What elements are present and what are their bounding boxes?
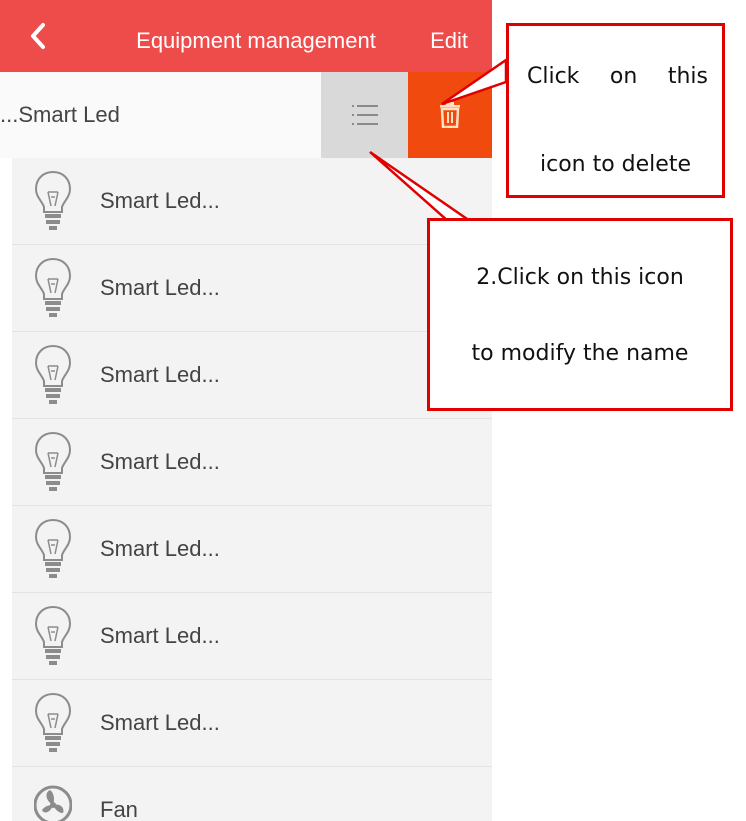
swiped-device-row[interactable]: Smart Led...: [0, 72, 492, 158]
device-label: Smart Led...: [100, 710, 220, 735]
delete-hint-word: Click: [527, 64, 580, 89]
bulb-icon: [34, 344, 72, 404]
bulb-icon: [34, 431, 72, 491]
rename-hint-line2: to modify the name: [471, 341, 689, 366]
device-row[interactable]: Smart Led...: [12, 506, 492, 593]
bulb-icon: [34, 518, 72, 578]
device-label: Smart Led...: [100, 623, 220, 648]
device-label: Smart Led...: [100, 536, 220, 561]
swiped-device-name: Smart Led...: [0, 102, 120, 127]
device-row[interactable]: Smart Led...: [12, 419, 492, 506]
delete-hint-word: on: [609, 64, 638, 89]
rename-hint-callout: 2.Click on this icon to modify the name: [427, 218, 733, 411]
device-list: Smart Led... Smart Led... Smart Led... S…: [12, 158, 492, 821]
device-label: Smart Led...: [100, 362, 220, 387]
rename-button[interactable]: [321, 72, 408, 158]
delete-hint-callout: Click on this icon to delete: [506, 23, 725, 198]
rename-hint-line1: 2.Click on this icon: [476, 265, 684, 290]
bulb-icon: [34, 692, 72, 752]
page-title: Equipment management: [136, 28, 376, 53]
device-label: Smart Led...: [100, 449, 220, 474]
delete-button[interactable]: [408, 72, 492, 158]
bulb-icon: [34, 170, 72, 230]
device-row[interactable]: Fan: [12, 767, 492, 821]
fan-icon: [34, 785, 72, 821]
edit-button[interactable]: Edit: [430, 0, 468, 72]
delete-hint-word: this: [667, 64, 708, 89]
device-row[interactable]: Smart Led...: [12, 593, 492, 680]
device-row[interactable]: Smart Led...: [12, 245, 492, 332]
list-icon: [351, 105, 378, 125]
bulb-icon: [34, 605, 72, 665]
device-label: Fan: [100, 797, 138, 821]
bulb-icon: [34, 257, 72, 317]
delete-hint-line1: Click on this: [527, 64, 708, 89]
device-row[interactable]: Smart Led...: [12, 332, 492, 419]
device-label: Smart Led...: [100, 275, 220, 300]
device-row[interactable]: Smart Led...: [12, 680, 492, 767]
phone-screen: Equipment management Edit Smart Led... S…: [0, 0, 492, 821]
device-label: Smart Led...: [100, 188, 220, 213]
title-bar: Equipment management Edit: [0, 0, 492, 72]
trash-icon: [440, 102, 460, 128]
device-row[interactable]: Smart Led...: [12, 158, 492, 245]
delete-hint-line2: icon to delete: [540, 152, 691, 177]
